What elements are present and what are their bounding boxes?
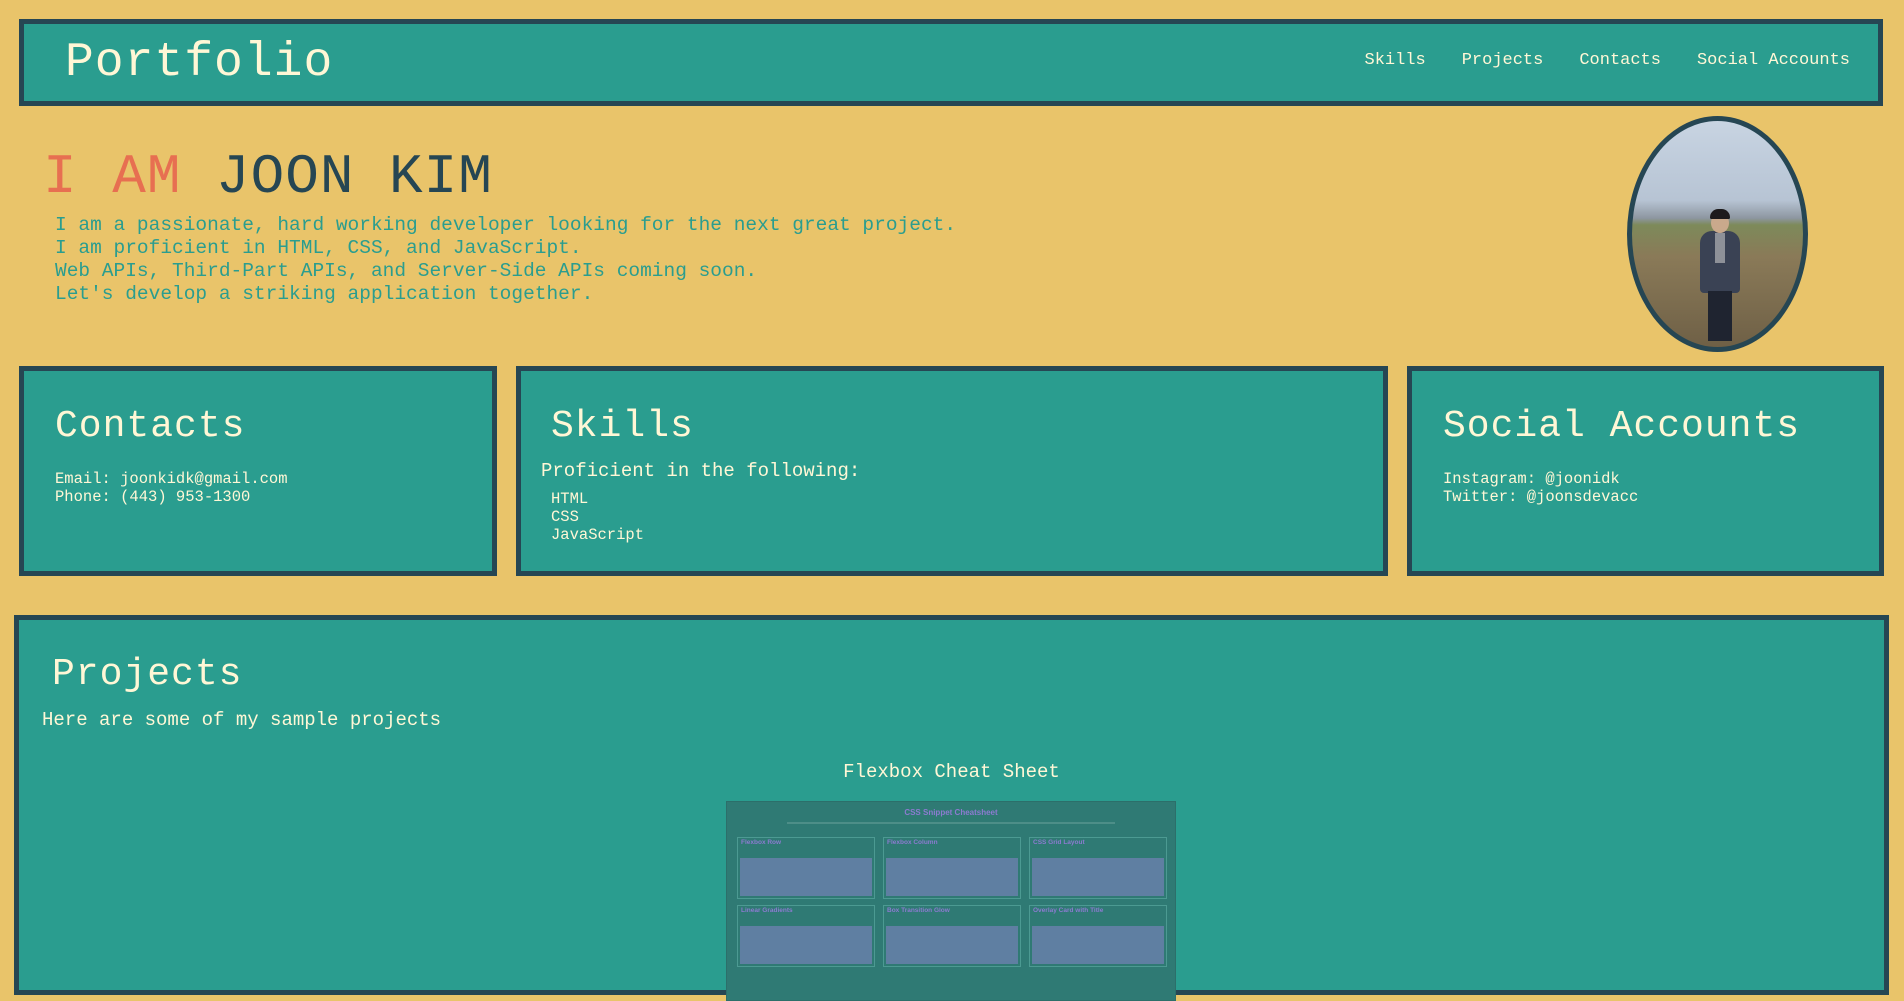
nav-link-skills[interactable]: Skills [1365, 51, 1426, 70]
thumbnail-cell-label: CSS Grid Layout [1033, 839, 1085, 846]
thumbnail-code-block [886, 858, 1018, 896]
contact-phone[interactable]: Phone: (443) 953-1300 [55, 488, 288, 506]
social-heading: Social Accounts [1443, 405, 1801, 448]
bio-line: Let's develop a striking application tog… [55, 283, 594, 305]
thumbnail-code-block [740, 926, 872, 964]
contacts-details: Email: joonkidk@gmail.com Phone: (443) 9… [55, 470, 288, 506]
brand-title[interactable]: Portfolio [65, 36, 333, 90]
thumbnail-cell: Flexbox Row [737, 837, 875, 899]
thumbnail-cell-label: Overlay Card with Title [1033, 907, 1104, 914]
skills-card: Skills Proficient in the following: HTML… [516, 366, 1388, 576]
thumbnail-cell-label: Box Transition Glow [887, 907, 950, 914]
thumbnail-cell-label: Flexbox Column [887, 839, 938, 846]
thumbnail-cell: Overlay Card with Title [1029, 905, 1167, 967]
nav-link-contacts[interactable]: Contacts [1579, 51, 1661, 70]
social-details: Instagram: @joonidk Twitter: @joonsdevac… [1443, 470, 1638, 506]
project-thumbnail[interactable]: CSS Snippet Cheatsheet Flexbox Row Flexb… [726, 801, 1176, 1001]
skills-list: HTML CSS JavaScript [551, 490, 644, 544]
photo-figure-legs [1708, 291, 1732, 341]
project-title[interactable]: Flexbox Cheat Sheet [19, 761, 1884, 783]
contact-email[interactable]: Email: joonkidk@gmail.com [55, 470, 288, 488]
bio-line: Web APIs, Third-Part APIs, and Server-Si… [55, 260, 758, 282]
thumbnail-cell: Flexbox Column [883, 837, 1021, 899]
social-twitter[interactable]: Twitter: @joonsdevacc [1443, 488, 1638, 506]
thumbnail-cell-label: Linear Gradients [741, 907, 793, 914]
nav-link-projects[interactable]: Projects [1462, 51, 1544, 70]
bio-line: I am a passionate, hard working develope… [55, 214, 957, 236]
skill-item: HTML [551, 490, 589, 508]
nav-link-social-accounts[interactable]: Social Accounts [1697, 51, 1850, 70]
contacts-card: Contacts Email: joonkidk@gmail.com Phone… [19, 366, 497, 576]
projects-intro: Here are some of my sample projects [42, 709, 442, 731]
bio-line: I am proficient in HTML, CSS, and JavaSc… [55, 237, 582, 259]
hero-title: I AM JOON KIM [43, 145, 493, 209]
skills-intro: Proficient in the following: [541, 460, 861, 482]
photo-figure-shirt [1715, 233, 1725, 263]
thumbnail-cell: Box Transition Glow [883, 905, 1021, 967]
social-instagram[interactable]: Instagram: @joonidk [1443, 470, 1638, 488]
skill-item: CSS [551, 508, 579, 526]
projects-heading: Projects [52, 653, 243, 696]
projects-section: Projects Here are some of my sample proj… [14, 615, 1889, 1001]
skill-item: JavaScript [551, 526, 645, 544]
social-accounts-card: Social Accounts Instagram: @joonidk Twit… [1407, 366, 1884, 576]
hero-lead: I AM [43, 145, 182, 209]
thumbnail-code-block [1032, 926, 1164, 964]
hero-name: JOON KIM [216, 145, 493, 209]
main-nav: Skills Projects Contacts Social Accounts [1365, 51, 1851, 70]
thumbnail-cell: CSS Grid Layout [1029, 837, 1167, 899]
thumbnail-cell: Linear Gradients [737, 905, 875, 967]
thumbnail-subtitle-bar [787, 822, 1115, 824]
thumbnail-cell-label: Flexbox Row [741, 839, 782, 846]
thumbnail-code-block [886, 926, 1018, 964]
thumbnail-code-block [740, 858, 872, 896]
hero-bio: I am a passionate, hard working develope… [55, 214, 956, 306]
skills-heading: Skills [551, 405, 694, 448]
thumbnail-heading: CSS Snippet Cheatsheet [904, 808, 998, 817]
photo-figure-hair [1710, 209, 1730, 219]
contacts-heading: Contacts [55, 405, 246, 448]
site-header: Portfolio Skills Projects Contacts Socia… [19, 19, 1883, 106]
profile-photo [1627, 116, 1808, 352]
thumbnail-code-block [1032, 858, 1164, 896]
